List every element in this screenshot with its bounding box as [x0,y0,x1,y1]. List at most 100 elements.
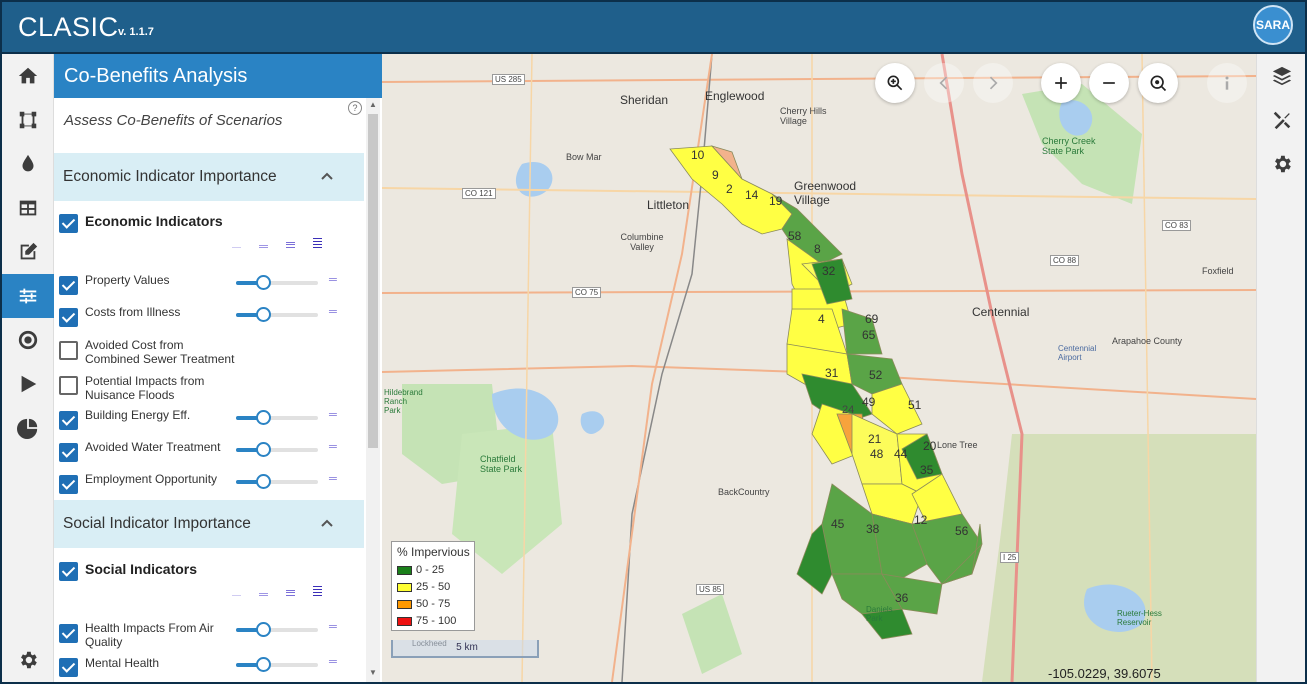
pie-chart-icon[interactable] [2,406,54,450]
equal-weight-icon: ═ [329,621,337,633]
air-quality-label: Health Impacts From Air Quality [85,621,214,649]
social-importance-scale [232,586,322,598]
road-label-us85: US 85 [696,584,725,595]
subcatchment-label: 38 [866,522,880,536]
forward-icon[interactable] [973,63,1013,103]
chevron-up-icon[interactable] [320,516,334,535]
tools-icon[interactable] [1257,98,1306,142]
road-label-co88: CO 88 [1050,255,1080,266]
place-label-rueter-hess: Rueter-Hess Reservoir [1117,609,1162,627]
help-icon[interactable]: ? [348,101,362,115]
economic-indicators-checkbox[interactable] [59,214,78,233]
subcatchment-label: 56 [955,524,969,538]
scale-label: 5 km [456,642,478,653]
subcatchment-label: 51 [908,398,922,412]
map-view[interactable]: 10 9 2 14 19 58 8 32 4 69 65 31 52 49 24… [382,54,1256,682]
impervious-legend: % Impervious 0 - 25 25 - 50 50 - 75 75 -… [391,541,475,631]
nuisance-floods-label: Potential Impacts from Nuisance Floods [85,374,205,402]
avoided-water-checkbox[interactable] [59,443,78,462]
combined-sewer-checkbox[interactable] [59,341,78,360]
scroll-down-icon[interactable]: ▼ [369,668,377,677]
user-avatar[interactable]: SARA [1253,5,1293,45]
scroll-up-icon[interactable]: ▲ [369,100,377,109]
basemap [382,54,1256,682]
equal-weight-icon: ═ [329,274,337,286]
home-icon[interactable] [2,54,54,98]
legend-swatch [397,582,412,592]
settings-icon[interactable] [2,638,54,682]
zoom-out-icon[interactable] [1089,63,1129,103]
employment-slider[interactable] [236,474,318,489]
subcatchment-label: 10 [691,148,705,162]
mental-health-slider[interactable] [236,657,318,672]
zoom-in-icon[interactable] [1041,63,1081,103]
info-icon[interactable] [1207,63,1247,103]
boundary-icon[interactable] [2,98,54,142]
building-energy-checkbox[interactable] [59,411,78,430]
nuisance-floods-checkbox[interactable] [59,376,78,395]
subcatchment-label: 45 [831,517,845,531]
settings-icon[interactable] [1257,142,1306,186]
social-section-header[interactable]: Social Indicator Importance [54,500,364,548]
property-values-checkbox[interactable] [59,276,78,295]
mental-health-checkbox[interactable] [59,658,78,677]
subcatchment-label: 14 [745,188,759,202]
back-icon[interactable] [924,63,964,103]
place-label-daniels: Daniels Park [866,605,893,623]
employment-checkbox[interactable] [59,475,78,494]
road-label-co121: CO 121 [462,188,496,199]
water-drop-icon[interactable] [2,142,54,186]
economic-indicators-label: Economic Indicators [85,213,223,229]
target-icon[interactable] [2,318,54,362]
right-tool-rail [1256,54,1307,682]
place-label-greenwood: Greenwood Village [794,179,857,207]
economic-section-header[interactable]: Economic Indicator Importance [54,153,364,201]
place-label-bow-mar: Bow Mar [566,152,602,162]
legend-label: 75 - 100 [416,615,457,627]
equal-weight-icon: ═ [329,306,337,318]
panel-scrollbar[interactable]: ▲ ▼ [366,98,380,682]
sliders-icon[interactable] [2,274,54,318]
legend-title: % Impervious [397,545,470,559]
subcatchment-label: 36 [895,591,909,605]
equal-weight-icon: ═ [329,473,337,485]
legend-label: 50 - 75 [416,598,451,610]
equal-weight-icon: ═ [329,441,337,453]
air-quality-slider[interactable] [236,622,318,637]
subcatchment-label: 19 [769,194,783,208]
edit-icon[interactable] [2,230,54,274]
place-label-lone-tree: Lone Tree [937,440,978,450]
app-version: v. 1.1.7 [118,26,154,38]
equal-weight-icon: ═ [329,656,337,668]
locate-icon[interactable] [1138,63,1178,103]
subcatchment-label: 21 [868,432,882,446]
legend-swatch [397,616,412,626]
subcatchment-label: 8 [814,242,821,256]
scroll-thumb[interactable] [368,114,378,448]
zoom-extent-icon[interactable] [875,63,915,103]
panel-subtitle: Assess Co-Benefits of Scenarios [64,112,283,129]
subcatchment-label: 35 [920,463,934,477]
play-icon[interactable] [2,362,54,406]
legend-row: 50 - 75 [397,598,450,610]
layers-icon[interactable] [1257,54,1306,98]
top-bar: CLASIC v. 1.1.7 SARA [0,0,1307,54]
panel-title: Co-Benefits Analysis [64,65,248,87]
legend-row: 75 - 100 [397,615,456,627]
air-quality-checkbox[interactable] [59,624,78,643]
costs-illness-slider[interactable] [236,307,318,322]
chevron-up-icon[interactable] [320,169,334,188]
property-values-slider[interactable] [236,275,318,290]
place-label-cherry-hills: Cherry Hills Village [780,106,827,126]
costs-illness-checkbox[interactable] [59,308,78,327]
avoided-water-slider[interactable] [236,442,318,457]
subcatchment-label: 20 [923,439,937,453]
place-label-foxfield: Foxfield [1202,266,1234,276]
economic-section-title: Economic Indicator Importance [63,168,277,185]
building-energy-slider[interactable] [236,410,318,425]
subcatchment-label: 9 [712,168,719,182]
table-icon[interactable] [2,186,54,230]
subcatchment-label: 69 [865,312,879,326]
social-indicators-checkbox[interactable] [59,562,78,581]
co-benefits-panel: Co-Benefits Analysis Assess Co-Benefits … [54,54,382,682]
